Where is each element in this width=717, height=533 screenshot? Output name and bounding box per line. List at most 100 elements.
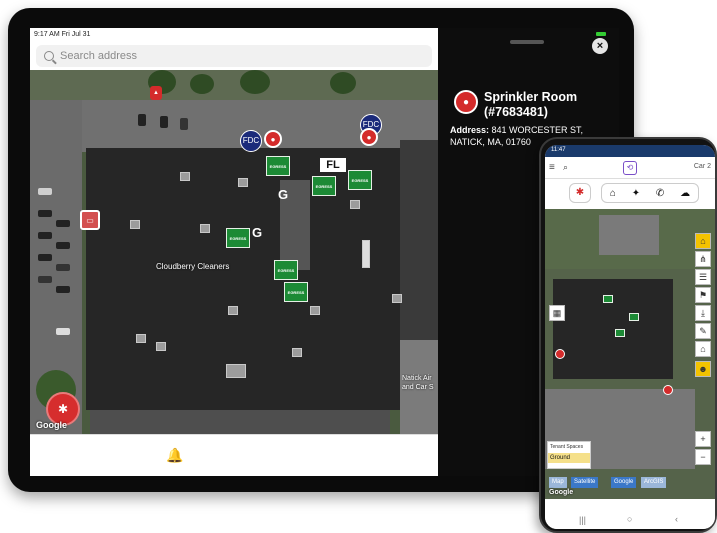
zoom-in-button[interactable]: + <box>695 431 711 447</box>
parked-car <box>56 220 70 227</box>
rail-hierarchy-icon[interactable]: ⋔ <box>695 251 711 267</box>
address-label: Address: <box>450 125 490 135</box>
google-logo: Google <box>36 420 67 430</box>
fdc-marker[interactable]: FDC <box>240 130 262 152</box>
close-button[interactable]: × <box>592 38 608 54</box>
egress-marker[interactable]: EGRESS <box>284 282 308 302</box>
tab-google[interactable]: Google <box>611 477 637 488</box>
tree <box>330 72 356 94</box>
map-area-north <box>30 70 438 100</box>
sprinkler-pin[interactable]: ● <box>360 128 378 146</box>
panel-title: Sprinkler Room (#7683481) <box>484 90 578 119</box>
panel-drag-handle[interactable] <box>510 40 544 44</box>
rooftop-unit <box>292 348 302 357</box>
parked-car <box>160 116 168 128</box>
egress-marker[interactable]: EGRESS <box>274 260 298 280</box>
egress-marker[interactable] <box>615 329 625 337</box>
phone-device: 11:47 ≡ ⌕ ⟲ Car 2 ✱ ⌂ ✦ ✆ ☁ ▦ ⌂ ⋔ ☰ ⚑ ⤓ … <box>539 137 717 533</box>
tablet-bottom-bar: 🔔 <box>30 434 438 476</box>
rooftop-unit <box>180 172 190 181</box>
android-nav-bar: ||| ○ ‹ <box>545 513 715 529</box>
twitter-icon[interactable]: ✦ <box>632 188 640 199</box>
map-label-natick: Natick Air and Car S <box>402 375 434 391</box>
rail-ruler-icon[interactable]: ✎ <box>695 323 711 339</box>
app-logo-icon: ⟲ <box>623 161 637 175</box>
search-icon[interactable]: ⌕ <box>563 162 568 173</box>
tab-arcgis[interactable]: ArcGIS <box>641 477 667 488</box>
cloud-icon[interactable]: ☁ <box>680 188 690 199</box>
sprinkler-pin[interactable] <box>555 349 565 359</box>
sprinkler-pin[interactable]: ● <box>264 130 282 148</box>
rooftop <box>599 215 659 255</box>
floor-selector-title: Tenant Spaces <box>550 444 584 450</box>
map-label-cloudberry: Cloudberry Cleaners <box>156 262 230 271</box>
egress-marker[interactable]: EGRESS <box>348 170 372 190</box>
quick-actions-bar: ⌂ ✦ ✆ ☁ <box>601 183 699 203</box>
egress-marker[interactable] <box>629 313 639 321</box>
floor-selector[interactable]: Tenant Spaces Ground <box>547 441 591 469</box>
search-input[interactable]: Search address <box>36 45 432 67</box>
phone-call-icon[interactable]: ✆ <box>656 188 664 199</box>
rooftop-unit <box>228 306 238 315</box>
sprinkler-button[interactable]: ✱ <box>569 183 591 203</box>
rail-home-icon[interactable]: ⌂ <box>695 233 711 249</box>
battery-icon <box>596 32 606 36</box>
parked-car <box>38 232 52 239</box>
menu-icon[interactable]: ≡ <box>549 162 555 173</box>
layers-grid-button[interactable]: ▦ <box>549 305 565 321</box>
parked-car <box>180 118 188 130</box>
bell-icon[interactable]: 🔔 <box>166 447 183 464</box>
sprinkler-room-icon: ● <box>454 90 478 114</box>
rooftop-unit <box>238 178 248 187</box>
street-view-icon[interactable]: ☻ <box>695 361 711 377</box>
home-button[interactable]: ○ <box>627 514 632 524</box>
building-roof <box>553 279 673 379</box>
rooftop-unit <box>392 294 402 303</box>
gas-shutoff-marker[interactable]: G <box>278 188 292 202</box>
driveway-south <box>90 410 390 434</box>
rooftop-unit <box>156 342 166 351</box>
knox-box-icon[interactable]: ▭ <box>80 210 100 230</box>
rooftop-unit <box>310 306 320 315</box>
phone-app-bar: ≡ ⌕ ⟲ Car 2 <box>545 157 715 179</box>
phone-satellite-map[interactable]: ▦ ⌂ ⋔ ☰ ⚑ ⤓ ✎ ⌂ ☻ + − Tenant Spaces Grou… <box>545 209 715 499</box>
tree <box>190 74 214 94</box>
phone-status-bar: 11:47 <box>545 145 715 157</box>
parked-car <box>56 328 70 335</box>
home-icon[interactable]: ⌂ <box>610 188 616 199</box>
egress-marker[interactable]: EGRESS <box>226 228 250 248</box>
hydrant-icon[interactable]: ▲ <box>150 86 162 100</box>
parked-car <box>38 276 52 283</box>
rooftop-unit <box>362 240 370 268</box>
tab-map[interactable]: Map <box>549 477 567 488</box>
egress-marker[interactable]: EGRESS <box>312 176 336 196</box>
parked-car <box>56 242 70 249</box>
egress-marker[interactable] <box>603 295 613 303</box>
search-placeholder: Search address <box>60 50 138 62</box>
parked-car <box>56 286 70 293</box>
recents-button[interactable]: ||| <box>579 515 586 525</box>
tablet-map-pane: 9:17 AM Fri Jul 31 Search address FDC FD… <box>30 28 438 476</box>
rooftop-unit <box>130 220 140 229</box>
rail-building-icon[interactable]: ⌂ <box>695 341 711 357</box>
rail-download-icon[interactable]: ⤓ <box>695 305 711 321</box>
tree <box>240 70 270 94</box>
gas-shutoff-marker[interactable]: G <box>252 226 266 240</box>
rail-stack-icon[interactable]: ☰ <box>695 269 711 285</box>
rooftop-unit <box>200 224 210 233</box>
phone-status-time: 11:47 <box>551 147 566 153</box>
floor-selected[interactable]: Ground <box>548 453 590 463</box>
tab-satellite[interactable]: Satellite <box>571 477 599 488</box>
fire-lane-label[interactable]: FL <box>320 158 346 172</box>
parked-car <box>56 264 70 271</box>
search-icon <box>44 51 54 61</box>
rail-flag-icon[interactable]: ⚑ <box>695 287 711 303</box>
satellite-map[interactable]: FDC FDC ● ● ▲ ▭ FL EGRESS EGRESS EGRESS … <box>30 70 438 434</box>
parked-car <box>38 210 52 217</box>
rooftop-unit <box>350 200 360 209</box>
zoom-out-button[interactable]: − <box>695 449 711 465</box>
sprinkler-pin[interactable] <box>663 385 673 395</box>
back-button[interactable]: ‹ <box>675 514 678 524</box>
product-showcase: 9:17 AM Fri Jul 31 Search address FDC FD… <box>0 0 717 533</box>
egress-marker[interactable]: EGRESS <box>266 156 290 176</box>
